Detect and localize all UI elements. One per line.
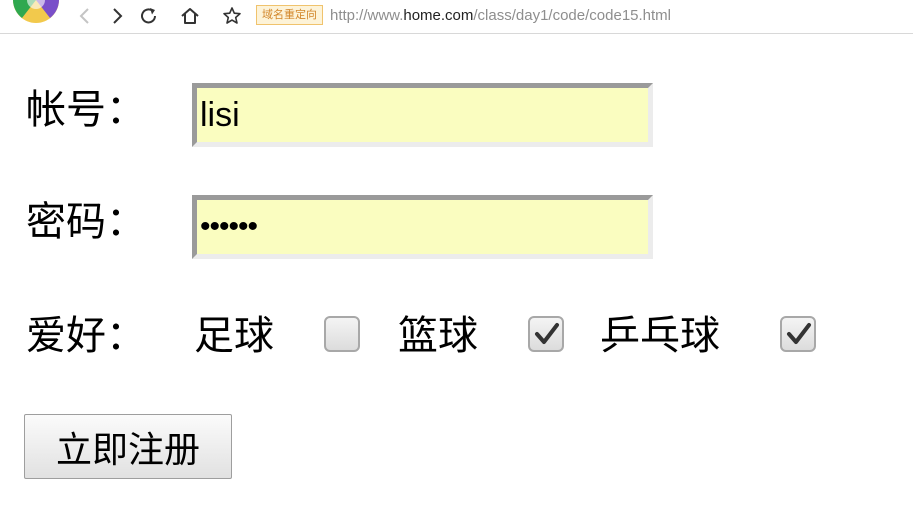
reload-icon [141,8,156,24]
hobby-pingpong-label: 乒乓球 [600,313,720,359]
hobby-pingpong-checkbox[interactable] [780,316,816,352]
chevron-left-icon [79,8,89,24]
browser-toolbar: 域名重定向 http://www.home.com/class/day1/cod… [0,0,913,34]
account-label: 帐号： [26,87,146,133]
register-button[interactable]: 立即注册 [24,414,232,479]
star-icon [223,7,241,24]
url-scheme: http://www. [330,7,404,24]
hobby-basketball-checkbox[interactable] [528,316,564,352]
home-button[interactable] [179,5,201,27]
password-label: 密码： [26,199,146,245]
account-input[interactable] [192,83,653,147]
address-bar[interactable]: http://www.home.com/class/day1/code/code… [330,6,671,26]
url-host: home.com [403,7,474,24]
hobby-football-checkbox[interactable] [324,316,360,352]
browser-logo-icon [12,0,60,26]
url-path: /class/day1/code/code15.html [473,7,672,24]
checkmark-icon [787,323,811,344]
hobby-basketball-label: 篮球 [398,313,478,359]
redirect-badge[interactable]: 域名重定向 [256,5,323,25]
chevron-right-icon [113,8,123,24]
home-icon [181,8,199,24]
forward-button[interactable] [106,5,128,27]
password-input[interactable] [192,195,653,259]
hobby-label: 爱好： [26,313,146,359]
bookmark-button[interactable] [221,5,243,27]
back-button[interactable] [74,5,96,27]
checkmark-icon [535,323,559,344]
reload-button[interactable] [138,5,160,27]
hobby-football-label: 足球 [194,313,274,359]
